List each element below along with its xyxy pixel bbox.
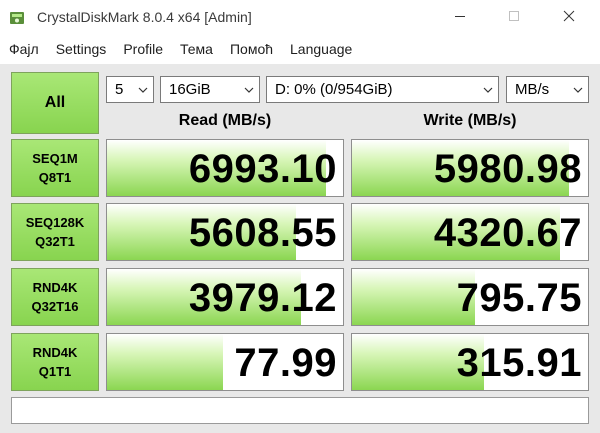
read-result: 77.99 — [106, 333, 344, 391]
test-name: RND4K — [32, 280, 78, 295]
read-value: 3979.12 — [188, 276, 337, 320]
write-value: 4320.67 — [433, 211, 582, 255]
read-result: 3979.12 — [106, 268, 344, 326]
read-value: 77.99 — [234, 341, 337, 385]
write-value: 795.75 — [456, 276, 582, 320]
chevron-down-icon — [244, 87, 254, 93]
unit-value: MB/s — [515, 81, 550, 98]
write-value: 315.91 — [456, 341, 582, 385]
test-count-select[interactable]: 5 — [106, 76, 154, 103]
test-button-seq1m[interactable]: SEQ1M Q8T1 — [11, 139, 99, 197]
read-result: 6993.10 — [106, 139, 344, 197]
menu-settings[interactable]: Settings — [56, 41, 107, 57]
unit-select[interactable]: MB/s — [506, 76, 589, 103]
test-button-rnd4k-q1t1[interactable]: RND4K Q1T1 — [11, 333, 99, 391]
menu-theme[interactable]: Тема — [180, 41, 213, 57]
menu-profile[interactable]: Profile — [123, 41, 163, 57]
title-bar: CrystalDiskMark 8.0.4 x64 [Admin] — [0, 0, 600, 36]
write-header: Write (MB/s) — [423, 112, 517, 129]
drive-select[interactable]: D: 0% (0/954GiB) — [266, 76, 499, 103]
read-bar — [107, 334, 223, 390]
maximize-icon — [509, 11, 519, 21]
test-count-value: 5 — [115, 81, 124, 98]
close-icon — [563, 10, 575, 22]
menu-language[interactable]: Language — [290, 41, 352, 57]
menu-file[interactable]: Фајл — [9, 41, 39, 57]
test-button-rnd4k-q32t16[interactable]: RND4K Q32T16 — [11, 268, 99, 326]
write-value: 5980.98 — [433, 147, 582, 191]
minimize-button[interactable] — [437, 0, 483, 32]
test-queue: Q32T1 — [35, 234, 75, 249]
write-result: 795.75 — [351, 268, 589, 326]
write-result: 5980.98 — [351, 139, 589, 197]
minimize-icon — [455, 16, 465, 17]
test-queue: Q8T1 — [38, 170, 72, 185]
chevron-down-icon — [138, 87, 148, 93]
app-icon — [10, 12, 24, 24]
test-size-select[interactable]: 16GiB — [160, 76, 260, 103]
chevron-down-icon — [483, 87, 493, 93]
menu-bar: Фајл Settings Profile Тема Помоћ Languag… — [0, 36, 600, 62]
test-queue: Q32T16 — [31, 299, 79, 314]
close-button[interactable] — [546, 0, 592, 32]
maximize-button[interactable] — [491, 0, 537, 32]
test-name: SEQ128K — [25, 215, 85, 230]
test-name: RND4K — [32, 345, 78, 360]
test-name: SEQ1M — [32, 151, 78, 166]
write-result: 315.91 — [351, 333, 589, 391]
read-value: 5608.55 — [188, 211, 337, 255]
test-button-seq128k[interactable]: SEQ128K Q32T1 — [11, 203, 99, 261]
test-queue: Q1T1 — [38, 364, 72, 379]
write-result: 4320.67 — [351, 203, 589, 261]
run-all-button[interactable]: All — [11, 72, 99, 134]
menu-help[interactable]: Помоћ — [230, 41, 273, 57]
read-result: 5608.55 — [106, 203, 344, 261]
chevron-down-icon — [573, 87, 583, 93]
window-title: CrystalDiskMark 8.0.4 x64 [Admin] — [37, 9, 252, 25]
drive-value: D: 0% (0/954GiB) — [275, 81, 393, 98]
comment-input[interactable] — [11, 397, 589, 424]
read-value: 6993.10 — [188, 147, 337, 191]
test-size-value: 16GiB — [169, 81, 211, 98]
read-header: Read (MB/s) — [178, 112, 272, 129]
